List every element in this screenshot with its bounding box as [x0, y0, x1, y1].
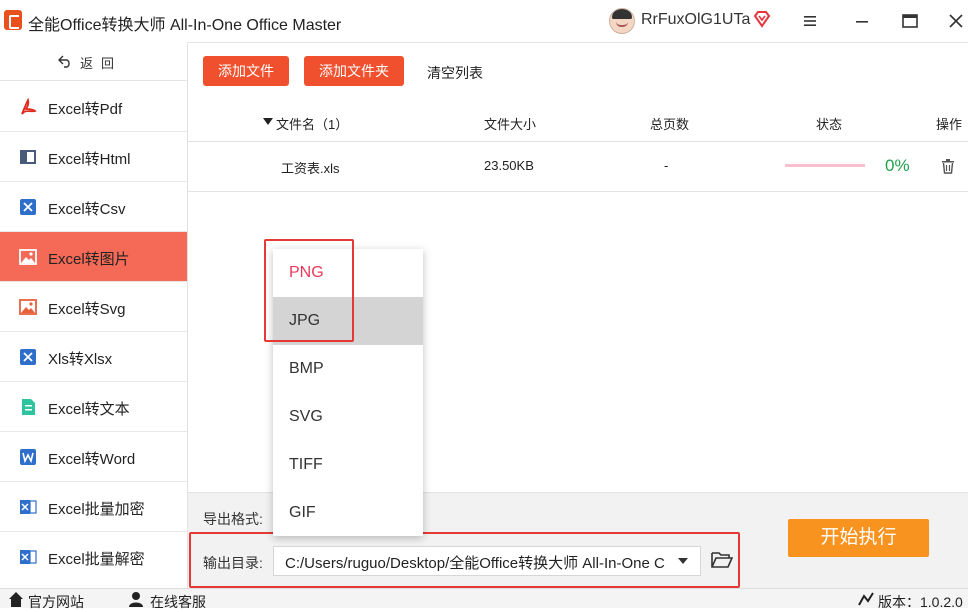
minimize-icon[interactable] — [851, 10, 873, 32]
window-title: 全能Office转换大师 All-In-One Office Master — [28, 17, 342, 34]
column-header-pages: 总页数 — [650, 117, 690, 132]
avatar[interactable] — [609, 8, 635, 34]
text-icon — [22, 399, 35, 415]
file-name: 工资表.xls — [281, 161, 340, 176]
format-option-bmp[interactable]: BMP — [273, 345, 423, 393]
column-header-status: 状态 — [816, 117, 843, 132]
column-header-action: 操作 — [936, 117, 963, 132]
lock-file-icon — [20, 500, 37, 514]
sidebar-item-label: Excel转文本 — [48, 401, 130, 418]
sidebar-item-label: Excel批量解密 — [48, 551, 145, 568]
version-label: 版本：1.0.2.0 — [878, 594, 963, 610]
unlock-file-icon — [20, 550, 37, 564]
format-options-highlight — [264, 239, 354, 342]
website-link[interactable]: 官方网站 — [28, 592, 84, 612]
back-arrow-icon[interactable] — [58, 54, 72, 68]
progress-percent: 0% — [885, 156, 910, 175]
version-icon — [858, 592, 874, 606]
excel-icon — [20, 199, 36, 215]
format-option-tiff[interactable]: TIFF — [273, 441, 423, 489]
progress-bar — [785, 164, 865, 167]
html-icon — [20, 150, 36, 164]
column-header-size: 文件大小 — [484, 117, 537, 132]
maximize-icon[interactable] — [899, 10, 921, 32]
format-option-gif[interactable]: GIF — [273, 489, 423, 537]
sidebar-item-label: Excel转Html — [48, 151, 131, 168]
start-button[interactable]: 开始执行 — [788, 519, 929, 557]
column-header-name[interactable]: 文件名（1） — [276, 114, 348, 133]
sidebar-item-label: Xls转Xlsx — [48, 351, 113, 368]
sidebar-item-label: Excel转图片 — [48, 251, 130, 268]
output-dir-highlight — [189, 532, 740, 588]
menu-icon[interactable] — [799, 10, 821, 32]
vip-diamond-icon[interactable] — [753, 10, 771, 28]
home-icon[interactable] — [8, 591, 24, 607]
app-logo-icon — [4, 10, 22, 30]
sidebar-item-label: Excel转Svg — [48, 301, 126, 318]
page-count: - — [664, 158, 669, 173]
close-icon[interactable] — [945, 10, 967, 32]
add-folder-button[interactable]: 添加文件夹 — [304, 56, 404, 86]
file-size: 23.50KB — [484, 158, 534, 173]
add-file-button[interactable]: 添加文件 — [203, 56, 289, 86]
excel-icon — [20, 349, 36, 365]
sidebar-item-label: Excel转Pdf — [48, 101, 123, 118]
format-label: 导出格式: — [203, 511, 263, 527]
clear-list-button[interactable]: 清空列表 — [427, 63, 483, 83]
support-link[interactable]: 在线客服 — [150, 592, 206, 612]
image-icon — [19, 299, 37, 315]
sidebar-item-label: Excel转Word — [48, 451, 136, 468]
sort-down-icon[interactable] — [263, 118, 273, 126]
footer-bar — [0, 588, 968, 608]
format-option-svg[interactable]: SVG — [273, 393, 423, 441]
image-icon — [19, 249, 37, 265]
sidebar-item-label: Excel转Csv — [48, 201, 126, 218]
sidebar-item-label: Excel批量加密 — [48, 501, 145, 518]
word-icon — [20, 449, 36, 465]
delete-icon[interactable] — [940, 158, 956, 174]
username[interactable]: RrFuxOlG1UTa — [641, 11, 750, 29]
customer-service-icon[interactable] — [128, 591, 144, 607]
back-label[interactable]: 返回 — [80, 53, 122, 72]
pdf-icon — [21, 97, 37, 115]
